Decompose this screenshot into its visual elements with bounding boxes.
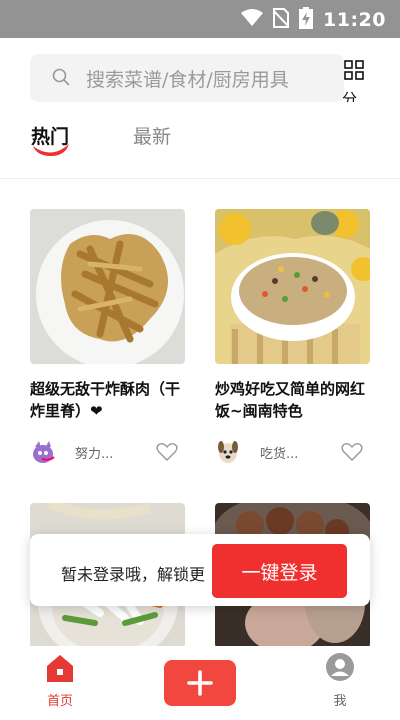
heart-icon[interactable] — [341, 442, 363, 466]
avatar[interactable] — [30, 439, 56, 465]
author-name[interactable]: 吃货... — [260, 443, 298, 462]
fried-rice-photo[interactable] — [215, 209, 370, 364]
no-sim-icon — [272, 8, 290, 32]
add-recipe-button[interactable] — [164, 660, 236, 706]
author-name[interactable]: 努力... — [75, 443, 113, 462]
nav-home[interactable]: 首页 — [40, 652, 80, 709]
grid-icon — [344, 60, 364, 84]
nav-me-label: 我 — [333, 694, 347, 709]
avatar[interactable] — [215, 439, 241, 465]
nav-me[interactable]: 我 — [320, 652, 360, 709]
plus-icon — [186, 669, 214, 701]
search-input[interactable]: 搜索菜谱/食材/厨房用具 — [86, 65, 289, 92]
recipe-card[interactable]: 炒鸡好吃又简单的网红饭~闽南特色 吃货... — [215, 209, 370, 463]
recipe-meta: 努力... — [30, 439, 185, 469]
wifi-icon — [241, 9, 264, 31]
category-button[interactable]: 分 — [342, 58, 368, 102]
recipe-title[interactable]: 超级无敌干炸酥肉（干炸里脊）❤ — [30, 378, 185, 422]
recipe-card[interactable]: 超级无敌干炸酥肉（干炸里脊）❤ 努力... — [30, 209, 185, 463]
heart-icon[interactable] — [156, 442, 178, 466]
bottom-nav: 首页 我 — [0, 646, 400, 720]
recipe-meta: 吃货... — [215, 439, 370, 469]
status-time: 11:20 — [323, 9, 386, 31]
one-click-login-button[interactable]: 一键登录 — [212, 544, 347, 598]
login-prompt-message: 暂未登录哦，解锁更 — [61, 565, 206, 584]
user-icon — [325, 653, 355, 688]
search-icon — [52, 68, 70, 90]
login-prompt: 暂未登录哦，解锁更 一键登录 — [30, 534, 370, 606]
tab-bar: 热门 最新 — [0, 116, 400, 179]
battery-charging-icon — [299, 7, 314, 33]
fried-pork-photo[interactable] — [30, 209, 185, 364]
home-icon — [44, 655, 76, 688]
category-label: 分 — [342, 90, 358, 102]
nav-home-label: 首页 — [46, 694, 73, 709]
search-bar[interactable]: 搜索菜谱/食材/厨房用具 — [30, 54, 344, 102]
tab-hot[interactable]: 热门 — [31, 122, 69, 149]
tab-latest[interactable]: 最新 — [133, 122, 171, 149]
recipe-title[interactable]: 炒鸡好吃又简单的网红饭~闽南特色 — [215, 378, 370, 422]
status-bar: 11:20 — [0, 0, 400, 38]
